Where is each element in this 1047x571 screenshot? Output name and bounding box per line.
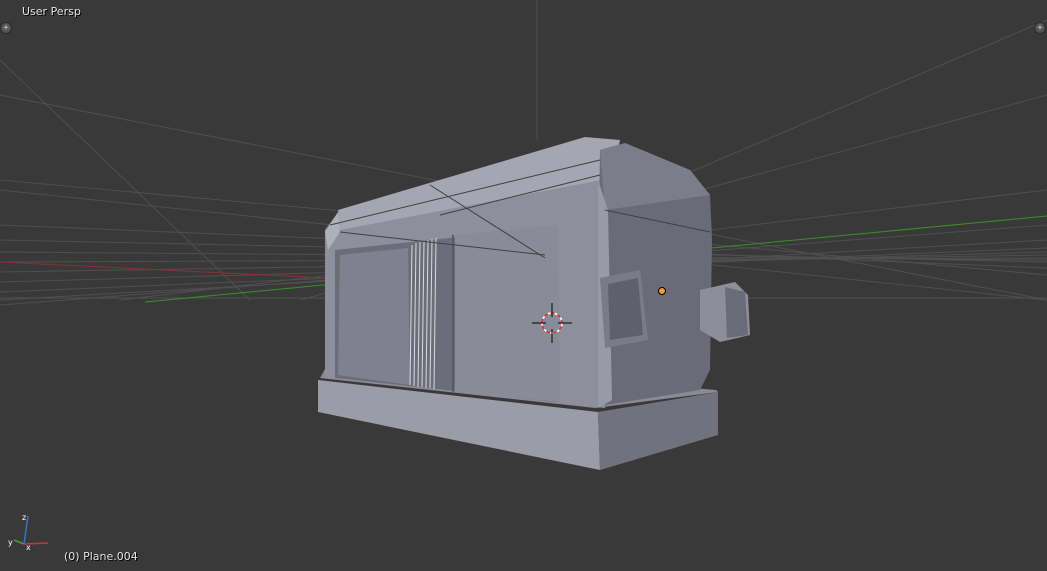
- viewport-scene[interactable]: [0, 0, 1047, 571]
- split-area-corner-left[interactable]: +: [0, 22, 12, 34]
- 3d-viewport[interactable]: User Persp + + y x z (0) Plane.004: [0, 0, 1047, 571]
- view-mode-label: User Persp: [22, 5, 81, 18]
- axis-orientation-gizmo: y x z: [8, 513, 49, 552]
- svg-text:y: y: [8, 538, 13, 547]
- object-origin-dot[interactable]: [658, 287, 666, 295]
- svg-text:z: z: [22, 513, 26, 522]
- split-area-corner-right[interactable]: +: [1034, 22, 1046, 34]
- svg-text:x: x: [26, 543, 31, 552]
- active-object-label: (0) Plane.004: [64, 550, 138, 563]
- mesh-object[interactable]: [318, 137, 750, 470]
- axis-y-icon: [13, 539, 25, 545]
